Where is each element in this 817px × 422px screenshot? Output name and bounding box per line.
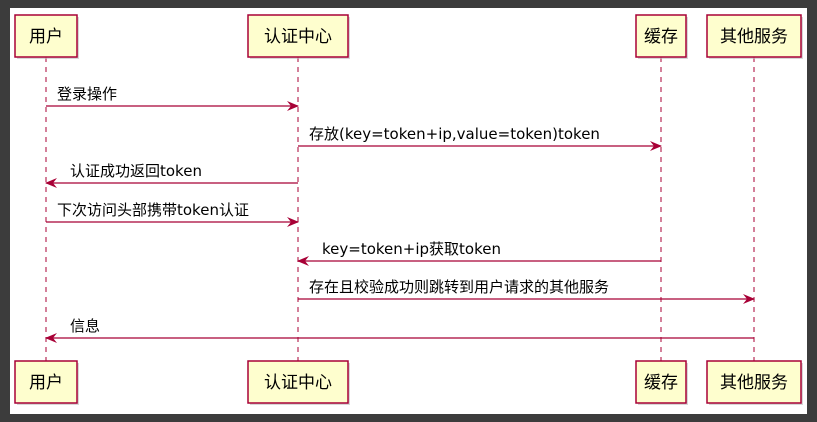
sequence-diagram: 用户 认证中心 缓存 其他服务 用户 认证中心 缓存 其他服务 登录操作存放(key=tok… (14, 14, 803, 405)
message-1: 登录操作 (46, 85, 299, 111)
participant-label: 缓存 (644, 27, 678, 47)
participant-auth-top: 认证中心 (247, 14, 350, 59)
messages: 登录操作存放(key=token+ip,value=token)token 认证成… (45, 85, 755, 343)
participant-cache-bottom: 缓存 (635, 360, 688, 405)
message-2: 存放(key=token+ip,value=token)token (298, 125, 662, 151)
participants-bottom: 用户 认证中心 缓存 其他服务 (14, 360, 803, 405)
message-label: key=token+ip获取token (322, 240, 501, 258)
message-label: 认证成功返回token (70, 162, 202, 180)
message-label: 存在且校验成功则跳转到用户请求的其他服务 (309, 278, 609, 296)
message-label: 下次访问头部携带token认证 (57, 201, 249, 219)
message-4: 下次访问头部携带token认证 (46, 201, 299, 227)
message-label: 登录操作 (57, 85, 117, 103)
screenshot-frame: 用户 认证中心 缓存 其他服务 用户 认证中心 缓存 其他服务 登录操作 存放(key=tok… (0, 0, 817, 422)
message-label: 存放(key=token+ip,value=token)token (309, 125, 600, 143)
participant-label: 认证中心 (264, 27, 332, 47)
participant-label: 缓存 (644, 373, 678, 393)
participant-service-top: 其他服务 (706, 14, 803, 59)
participant-user-top: 用户 (14, 14, 79, 59)
message-label: 信息 (70, 317, 100, 335)
participant-auth-bottom: 认证中心 (247, 360, 350, 405)
message-5: key=token+ip获取token (297, 240, 661, 266)
participants-top: 用户 认证中心 缓存 其他服务 (14, 14, 803, 59)
message-6: 存在且校验成功则跳转到用户请求的其他服务 (298, 278, 755, 304)
participant-label: 其他服务 (720, 373, 788, 393)
participant-label: 用户 (29, 27, 63, 47)
participant-service-bottom: 其他服务 (706, 360, 803, 405)
message-7: 信息 (45, 317, 754, 343)
participant-label: 认证中心 (264, 373, 332, 393)
participant-cache-top: 缓存 (635, 14, 688, 59)
message-3: 认证成功返回token (45, 162, 298, 188)
participant-label: 其他服务 (720, 27, 788, 47)
sequence-diagram-canvas: 用户 认证中心 缓存 其他服务 用户 认证中心 缓存 其他服务 登录操作 存放(key=tok… (10, 8, 807, 414)
participant-label: 用户 (29, 373, 63, 393)
participant-user-bottom: 用户 (14, 360, 79, 405)
